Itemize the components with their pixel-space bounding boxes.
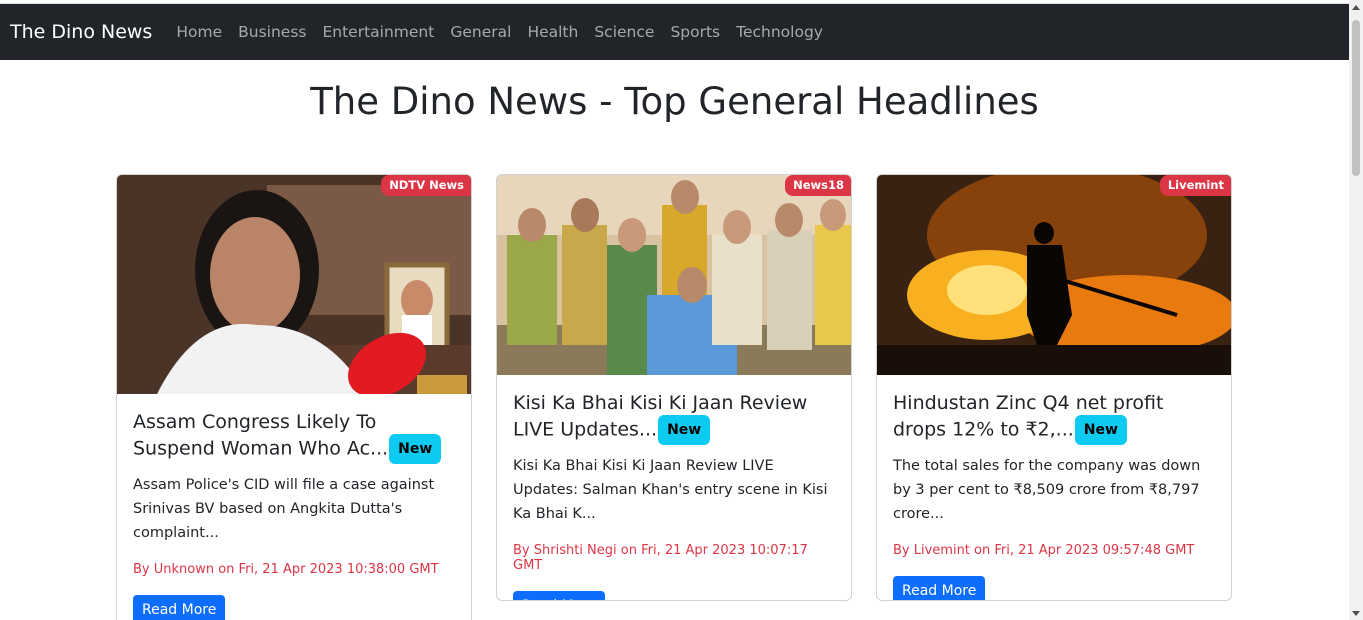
card-title: Hindustan Zinc Q4 net profit drops 12% t… bbox=[893, 391, 1215, 445]
scroll-up-icon[interactable] bbox=[1352, 5, 1360, 10]
nav-link-sports[interactable]: Sports bbox=[662, 23, 728, 41]
card-description: Kisi Ka Bhai Kisi Ki Jaan Review LIVE Up… bbox=[513, 458, 828, 522]
nav-link-health[interactable]: Health bbox=[519, 23, 586, 41]
nav-link-science[interactable]: Science bbox=[586, 23, 662, 41]
card-meta: By Shrishti Negi on Fri, 21 Apr 2023 10:… bbox=[513, 543, 808, 573]
nav-link-business[interactable]: Business bbox=[230, 23, 314, 41]
new-badge: New bbox=[389, 434, 442, 464]
scroll-down-icon[interactable] bbox=[1352, 611, 1360, 616]
nav-link-technology[interactable]: Technology bbox=[728, 23, 831, 41]
source-badge: NDTV News bbox=[381, 175, 471, 196]
news-image: Livemint bbox=[877, 175, 1231, 375]
read-more-button[interactable]: Read More bbox=[893, 576, 986, 600]
card-description: Assam Police's CID will file a case agai… bbox=[133, 477, 435, 541]
nav-link-entertainment[interactable]: Entertainment bbox=[314, 23, 442, 41]
page-scrollbar[interactable] bbox=[1349, 0, 1363, 620]
source-badge: News18 bbox=[785, 175, 851, 196]
page-title: The Dino News - Top General Headlines bbox=[310, 80, 1039, 123]
source-badge: Livemint bbox=[1159, 175, 1231, 196]
card-meta: By Livemint on Fri, 21 Apr 2023 09:57:48… bbox=[893, 543, 1195, 558]
card-body: Assam Congress Likely To Suspend Woman W… bbox=[117, 394, 471, 620]
read-more-button[interactable]: Read More bbox=[513, 591, 606, 600]
card-meta: By Unknown on Fri, 21 Apr 2023 10:38:00 … bbox=[133, 562, 439, 577]
card-body: Kisi Ka Bhai Kisi Ki Jaan Review LIVE Up… bbox=[497, 375, 851, 600]
news-card: Livemint Hindustan Zinc Q4 net profit dr… bbox=[876, 174, 1232, 601]
card-body: Hindustan Zinc Q4 net profit drops 12% t… bbox=[877, 375, 1231, 600]
news-card: News18 Kisi Ka Bhai Kisi Ki Jaan Review … bbox=[496, 174, 852, 601]
card-description: The total sales for the company was down… bbox=[893, 458, 1201, 522]
card-title: Assam Congress Likely To Suspend Woman W… bbox=[133, 410, 455, 464]
news-card: NDTV News Assam Congress Likely To Suspe… bbox=[116, 174, 472, 620]
nav-link-general[interactable]: General bbox=[442, 23, 519, 41]
news-image: News18 bbox=[497, 175, 851, 375]
card-title: Kisi Ka Bhai Kisi Ki Jaan Review LIVE Up… bbox=[513, 391, 835, 445]
nav-link-home[interactable]: Home bbox=[168, 23, 230, 41]
navbar: The Dino News Home Business Entertainmen… bbox=[0, 4, 1349, 60]
news-image: NDTV News bbox=[117, 175, 471, 394]
scroll-thumb[interactable] bbox=[1352, 20, 1360, 176]
card-title-text: Assam Congress Likely To Suspend Woman W… bbox=[133, 411, 389, 460]
new-badge: New bbox=[1074, 415, 1127, 445]
new-badge: New bbox=[658, 415, 711, 445]
read-more-button[interactable]: Read More bbox=[133, 595, 226, 620]
brand-link[interactable]: The Dino News bbox=[10, 21, 152, 43]
